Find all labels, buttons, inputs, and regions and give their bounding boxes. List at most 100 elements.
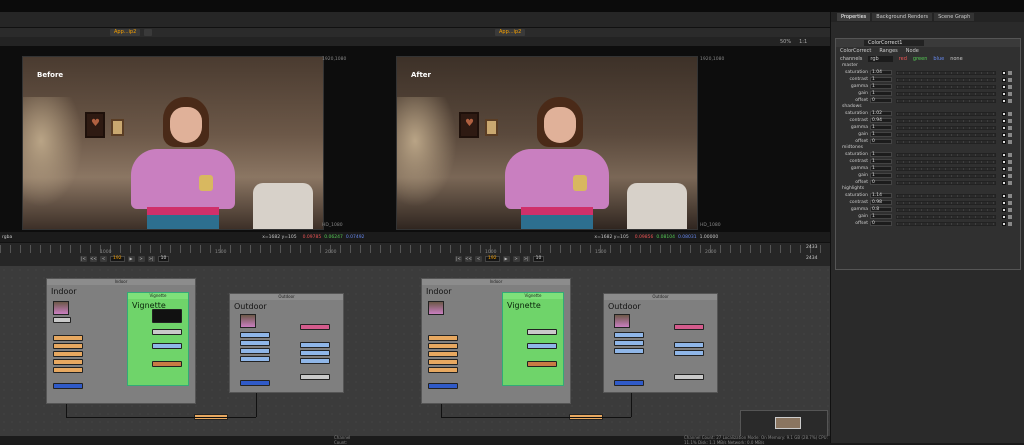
color-swatch[interactable] bbox=[1002, 214, 1006, 219]
read-thumbnail[interactable] bbox=[614, 314, 630, 328]
param-value-input[interactable]: 1 bbox=[870, 214, 892, 219]
param-value-input[interactable]: 1 bbox=[870, 91, 892, 96]
constant-node[interactable] bbox=[527, 329, 557, 335]
chan-green[interactable]: green bbox=[913, 56, 927, 62]
param-slider[interactable] bbox=[896, 221, 996, 226]
play-button[interactable]: ▶ bbox=[127, 256, 135, 262]
color-swatch[interactable] bbox=[1002, 152, 1006, 157]
param-slider[interactable] bbox=[896, 111, 996, 116]
channel-toggle[interactable] bbox=[1008, 152, 1012, 157]
grade-node[interactable] bbox=[674, 342, 704, 348]
grade-node[interactable] bbox=[428, 367, 458, 373]
color-swatch[interactable] bbox=[1002, 139, 1006, 144]
color-swatch[interactable] bbox=[1002, 98, 1006, 103]
grade-node[interactable] bbox=[614, 332, 644, 338]
param-slider[interactable] bbox=[896, 180, 996, 185]
grade-node[interactable] bbox=[614, 340, 644, 346]
step-forward-button[interactable]: > bbox=[137, 256, 145, 262]
param-value-input[interactable]: 0 bbox=[870, 221, 892, 226]
merge-node[interactable] bbox=[614, 380, 644, 386]
color-swatch[interactable] bbox=[1002, 125, 1006, 130]
zoom-readout[interactable]: 50% bbox=[780, 39, 791, 45]
first-frame-button[interactable]: |< bbox=[80, 256, 87, 262]
blur-node[interactable] bbox=[527, 361, 557, 367]
viewer-tab-right[interactable]: App...ip2 bbox=[495, 29, 526, 36]
outdoor-backdrop-right[interactable]: Outdoor Outdoor bbox=[603, 293, 718, 393]
channel-toggle[interactable] bbox=[1008, 139, 1012, 144]
param-value-input[interactable]: 1 bbox=[870, 77, 892, 82]
last-frame-button[interactable]: >| bbox=[147, 256, 155, 262]
ratio-readout[interactable]: 1:1 bbox=[799, 39, 807, 45]
grade-node[interactable] bbox=[53, 343, 83, 349]
grade-node[interactable] bbox=[53, 335, 83, 341]
channel-toggle[interactable] bbox=[1008, 159, 1012, 164]
read-thumbnail[interactable] bbox=[428, 301, 444, 315]
tab-properties[interactable]: Properties bbox=[837, 13, 871, 21]
prev-button[interactable]: << bbox=[465, 256, 472, 262]
color-swatch[interactable] bbox=[1002, 207, 1006, 212]
channel-toggle[interactable] bbox=[1008, 173, 1012, 178]
chan-none[interactable]: none bbox=[950, 56, 962, 62]
chan-red[interactable]: red bbox=[899, 56, 907, 62]
param-value-input[interactable]: 1 bbox=[870, 84, 892, 89]
before-frame[interactable]: Before bbox=[22, 56, 324, 230]
param-value-input[interactable]: 1.14 bbox=[870, 193, 892, 198]
color-swatch[interactable] bbox=[1002, 193, 1006, 198]
step-back-button[interactable]: < bbox=[100, 256, 107, 262]
grade-node[interactable] bbox=[428, 359, 458, 365]
channel-toggle[interactable] bbox=[1008, 118, 1012, 123]
timeline[interactable]: 1000 1500 2000 1000 1500 2000 |< << < 19… bbox=[0, 242, 830, 266]
node-name-field[interactable]: ColorCorrect1 bbox=[864, 40, 924, 46]
switch-node[interactable] bbox=[300, 374, 330, 380]
play-button[interactable]: ▶ bbox=[502, 256, 510, 262]
merge-node[interactable] bbox=[53, 383, 83, 389]
color-swatch[interactable] bbox=[1002, 221, 1006, 226]
channel-toggle[interactable] bbox=[1008, 200, 1012, 205]
colorcorrect-node[interactable] bbox=[674, 324, 704, 330]
color-swatch[interactable] bbox=[1002, 166, 1006, 171]
grade-node[interactable] bbox=[300, 342, 330, 348]
param-slider[interactable] bbox=[896, 159, 996, 164]
after-frame[interactable]: After bbox=[396, 56, 698, 230]
color-swatch[interactable] bbox=[1002, 70, 1006, 75]
viewer-tab[interactable]: App...ip2 bbox=[110, 29, 141, 36]
subtab-ranges[interactable]: Ranges bbox=[879, 48, 897, 54]
grade-node[interactable] bbox=[53, 359, 83, 365]
tab-background-renders[interactable]: Background Renders bbox=[872, 13, 933, 21]
tab-scene-graph[interactable]: Scene Graph bbox=[934, 13, 975, 21]
channels-select[interactable]: rgb bbox=[868, 56, 893, 62]
color-swatch[interactable] bbox=[1002, 84, 1006, 89]
roto-node[interactable] bbox=[527, 343, 557, 349]
channel-toggle[interactable] bbox=[1008, 125, 1012, 130]
navigator-viewport[interactable] bbox=[775, 417, 801, 429]
step-forward-button[interactable]: > bbox=[512, 256, 520, 262]
grade-node[interactable] bbox=[240, 356, 270, 362]
last-frame-button[interactable]: >| bbox=[522, 256, 530, 262]
prev-button[interactable]: << bbox=[90, 256, 97, 262]
constant-node[interactable] bbox=[152, 329, 182, 335]
vignette-backdrop-right[interactable]: Vignette Vignette bbox=[502, 292, 564, 386]
chan-blue[interactable]: blue bbox=[933, 56, 944, 62]
channel-toggle[interactable] bbox=[1008, 214, 1012, 219]
channel-toggle[interactable] bbox=[1008, 207, 1012, 212]
frame-input-right[interactable]: 192 bbox=[485, 256, 500, 262]
param-slider[interactable] bbox=[896, 77, 996, 82]
merge-node[interactable] bbox=[240, 380, 270, 386]
outdoor-backdrop[interactable]: Outdoor Outdoor bbox=[229, 293, 344, 393]
param-value-input[interactable]: 1 bbox=[870, 132, 892, 137]
subtab-node[interactable]: Node bbox=[906, 48, 919, 54]
grade-node[interactable] bbox=[428, 351, 458, 357]
channel-toggle[interactable] bbox=[1008, 132, 1012, 137]
step-input-left[interactable]: 10 bbox=[157, 256, 170, 262]
channel-toggle[interactable] bbox=[1008, 111, 1012, 116]
channel-toggle[interactable] bbox=[1008, 91, 1012, 96]
viewer-tab-secondary[interactable] bbox=[144, 29, 153, 36]
read-thumbnail[interactable] bbox=[240, 314, 256, 328]
color-swatch[interactable] bbox=[1002, 77, 1006, 82]
frame-input-left[interactable]: 192 bbox=[110, 256, 125, 262]
channel-toggle[interactable] bbox=[1008, 166, 1012, 171]
channel-toggle[interactable] bbox=[1008, 70, 1012, 75]
param-value-input[interactable]: 0.8 bbox=[870, 207, 892, 212]
read-thumbnail[interactable] bbox=[53, 301, 69, 315]
channel-toggle[interactable] bbox=[1008, 193, 1012, 198]
